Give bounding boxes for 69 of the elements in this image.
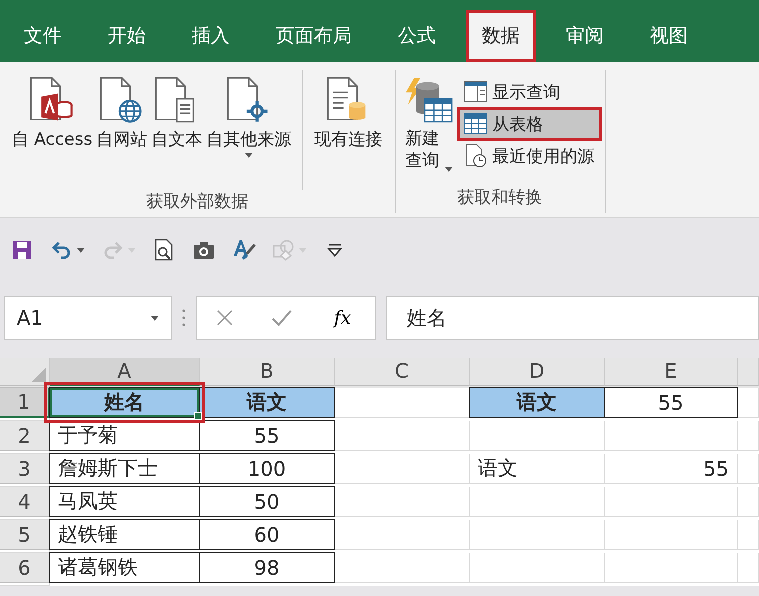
caret-icon <box>445 167 454 172</box>
table-cell <box>738 487 759 517</box>
fill-handle[interactable] <box>194 412 202 420</box>
table-cell: 60 <box>199 519 335 550</box>
ribbon-tab[interactable]: 插入 <box>176 10 246 62</box>
caret-icon <box>77 248 85 252</box>
table-cell <box>0 583 50 586</box>
name-box[interactable]: A1 <box>4 296 172 340</box>
ribbon-small-button[interactable]: 显示查询 <box>460 78 599 106</box>
table-cell: 55 <box>605 454 738 484</box>
table-cell <box>738 520 759 550</box>
caret-icon <box>128 248 136 252</box>
table-cell: 55 <box>199 420 335 451</box>
ribbon-tab[interactable]: 数据 <box>466 10 536 62</box>
row-header[interactable]: 2 <box>0 421 50 451</box>
ribbon-tab[interactable]: 文件 <box>8 10 78 62</box>
caret-icon <box>299 248 307 252</box>
table-cell: 马凤英 <box>49 486 200 517</box>
row-header[interactable]: 3 <box>0 454 50 484</box>
table-cell: 55 <box>604 387 738 418</box>
file-clock-icon <box>464 144 488 168</box>
table-cell: 诸葛钢铁 <box>49 552 200 583</box>
table-cell: 赵铁锤 <box>49 519 200 550</box>
ribbon-button[interactable]: 新建查询 <box>402 70 456 178</box>
table-cell <box>738 421 759 451</box>
row-header[interactable]: 5 <box>0 520 50 550</box>
ribbon-tab[interactable]: 审阅 <box>550 10 620 62</box>
ribbon-tab[interactable]: 公式 <box>382 10 452 62</box>
table-cell: 50 <box>199 486 335 517</box>
column-header[interactable]: E <box>605 358 738 386</box>
table-cell <box>738 388 759 418</box>
shapes-icon <box>272 238 296 262</box>
ribbon-tab[interactable]: 页面布局 <box>260 10 368 62</box>
column-header[interactable]: D <box>470 358 605 386</box>
table-cell: 语文 <box>469 387 605 418</box>
cancel-icon[interactable] <box>214 308 235 328</box>
table-icon <box>464 112 488 136</box>
group-label: 获取和转换 <box>456 187 544 210</box>
ribbon-button[interactable]: 自 Access <box>10 70 95 190</box>
table-cell <box>738 553 759 583</box>
ribbon-small-button[interactable]: 从表格 <box>460 110 599 138</box>
table-cell: 于予菊 <box>49 420 200 451</box>
table-cell: 98 <box>199 552 335 583</box>
caret-icon <box>245 153 254 158</box>
ribbon-button[interactable]: 现有连接 <box>312 70 385 190</box>
table-cell <box>738 454 759 484</box>
ribbon-button[interactable]: 自网站 <box>94 70 150 190</box>
dropdown-caret-icon <box>151 316 159 320</box>
table-cell: 语文 <box>199 387 335 418</box>
grip-icon <box>182 309 186 327</box>
ribbon-button[interactable]: 自其他来源 <box>204 70 294 190</box>
check-icon[interactable] <box>270 308 293 328</box>
ribbon-tab[interactable]: 视图 <box>634 10 704 62</box>
row-header[interactable]: 6 <box>0 553 50 583</box>
column-header[interactable]: C <box>335 358 470 386</box>
table-cell: 语文 <box>470 454 605 484</box>
formula-field[interactable]: 姓名 <box>386 296 759 340</box>
row-header[interactable]: 1 <box>0 388 50 418</box>
letter-brush-icon <box>232 238 256 262</box>
group-label: 获取外部数据 <box>145 191 250 214</box>
table-cell: 詹姆斯下士 <box>49 453 200 484</box>
ribbon-button[interactable]: 自文本 <box>150 70 205 190</box>
insert-function-button[interactable]: fx <box>328 306 358 330</box>
table-cell: 100 <box>199 453 335 484</box>
ribbon-small-button[interactable]: 最近使用的源 <box>460 142 599 170</box>
row-header[interactable]: 4 <box>0 487 50 517</box>
ribbon-tab[interactable]: 开始 <box>92 10 162 62</box>
save-icon <box>10 238 34 262</box>
window-panes-icon <box>464 80 488 104</box>
